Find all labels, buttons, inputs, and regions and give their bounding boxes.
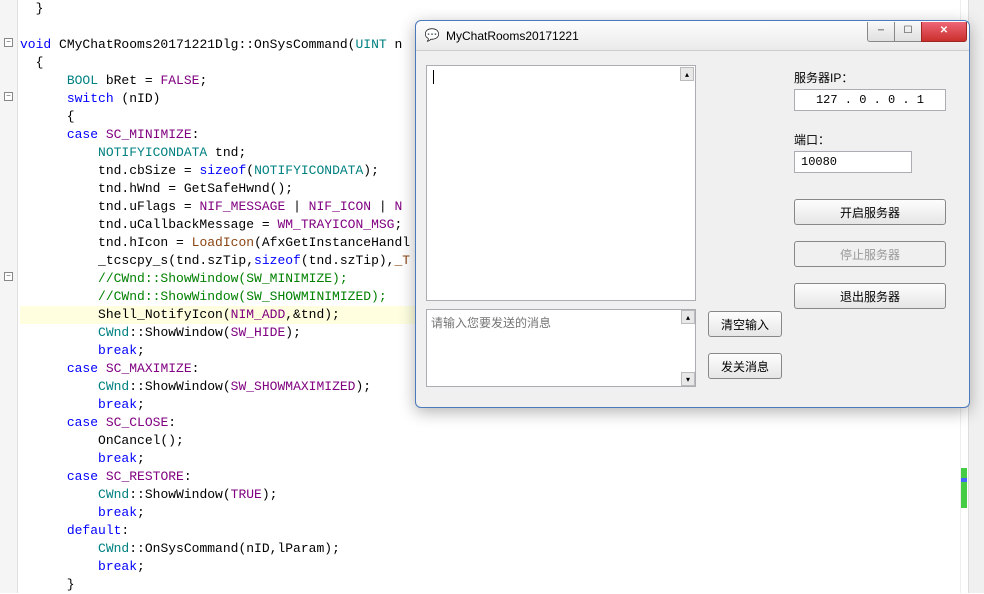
maximize-button[interactable]: ☐ [894,22,922,42]
start-server-button[interactable]: 开启服务器 [794,199,946,225]
vertical-scrollbar[interactable] [968,0,984,593]
code-line[interactable]: default: [20,522,980,540]
code-line[interactable]: CWnd::OnSysCommand(nID,lParam); [20,540,980,558]
change-marker [961,468,967,508]
dialog-body: ▴ ▴ ▾ 清空输入 发关消息 服务器IP： 127 . 0 . 0 . 1 端… [416,51,969,407]
scroll-down-icon[interactable]: ▾ [681,372,695,386]
code-line[interactable]: } [20,576,980,594]
window-title: MyChatRooms20171221 [446,29,868,43]
code-line[interactable]: break; [20,504,980,522]
port-label: 端口： [794,131,830,148]
ip-label: 服务器IP： [794,69,853,86]
titlebar[interactable]: 💬 MyChatRooms20171221 ─ ☐ ✕ [416,21,969,51]
code-line[interactable]: case SC_CLOSE: [20,414,980,432]
minimize-button[interactable]: ─ [867,22,895,42]
gutter: − − − [0,0,18,593]
scroll-up-icon[interactable]: ▴ [680,67,694,81]
clear-button[interactable]: 清空输入 [708,311,782,337]
code-line[interactable]: break; [20,450,980,468]
app-dialog: 💬 MyChatRooms20171221 ─ ☐ ✕ ▴ ▴ ▾ 清空输入 发… [415,20,970,408]
ip-input[interactable]: 127 . 0 . 0 . 1 [794,89,946,111]
fold-toggle[interactable]: − [4,38,13,47]
message-input[interactable] [426,309,696,387]
chat-log[interactable]: ▴ [426,65,696,301]
exit-server-button[interactable]: 退出服务器 [794,283,946,309]
scroll-up-icon[interactable]: ▴ [681,310,695,324]
close-button[interactable]: ✕ [921,22,967,42]
code-line[interactable]: } [20,0,980,18]
caret-marker [961,478,967,482]
port-input[interactable]: 10080 [794,151,912,173]
text-cursor [433,70,434,84]
code-line[interactable]: break; [20,558,980,576]
fold-toggle[interactable]: − [4,92,13,101]
code-line[interactable]: case SC_RESTORE: [20,468,980,486]
fold-toggle[interactable]: − [4,272,13,281]
code-line[interactable]: OnCancel(); [20,432,980,450]
send-button[interactable]: 发关消息 [708,353,782,379]
code-line[interactable]: CWnd::ShowWindow(TRUE); [20,486,980,504]
window-buttons: ─ ☐ ✕ [868,22,967,42]
stop-server-button[interactable]: 停止服务器 [794,241,946,267]
app-icon: 💬 [424,28,440,44]
